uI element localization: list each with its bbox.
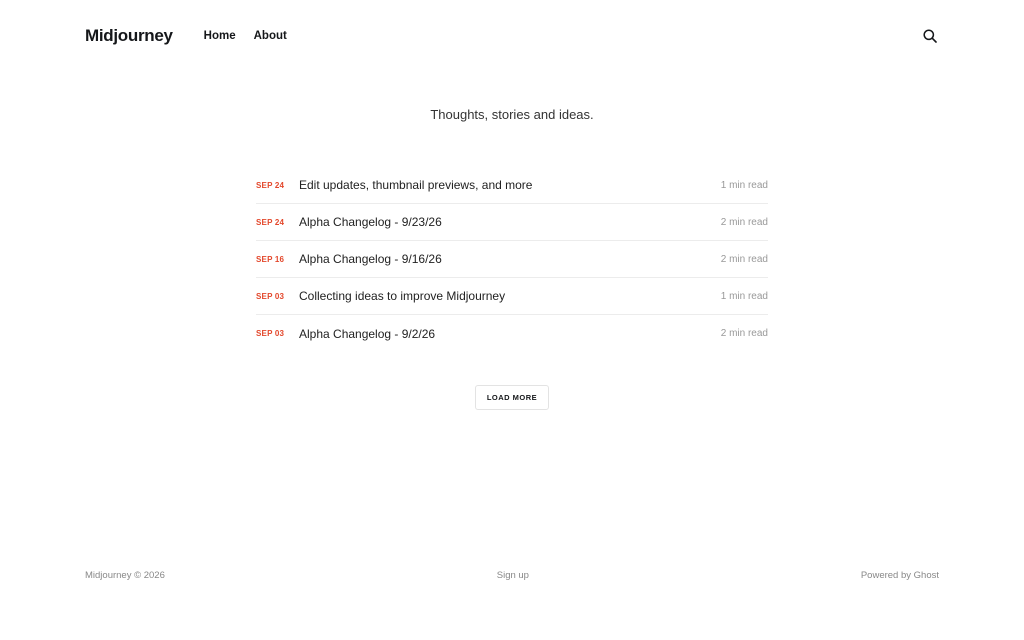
post-date: SEP 03 bbox=[256, 291, 285, 301]
site-footer: Midjourney © 2026 Sign up Powered by Gho… bbox=[85, 570, 939, 581]
footer-signup-link[interactable]: Sign up bbox=[497, 570, 529, 581]
post-read-time: 2 min read bbox=[720, 328, 768, 339]
post-item[interactable]: SEP 24 Alpha Changelog - 9/23/26 2 min r… bbox=[256, 204, 768, 241]
search-button[interactable] bbox=[921, 27, 939, 45]
site-logo[interactable]: Midjourney bbox=[85, 26, 173, 46]
main-nav: Home About bbox=[204, 30, 287, 42]
post-item[interactable]: SEP 24 Edit updates, thumbnail previews,… bbox=[256, 167, 768, 204]
post-item[interactable]: SEP 16 Alpha Changelog - 9/16/26 2 min r… bbox=[256, 241, 768, 278]
search-icon bbox=[923, 29, 937, 43]
post-title[interactable]: Alpha Changelog - 9/23/26 bbox=[299, 215, 721, 229]
post-date: SEP 24 bbox=[256, 217, 285, 227]
post-read-time: 2 min read bbox=[720, 216, 768, 228]
post-date: SEP 03 bbox=[256, 329, 285, 338]
post-item[interactable]: SEP 03 Collecting ideas to improve Midjo… bbox=[256, 278, 768, 315]
nav-home-link[interactable]: Home bbox=[204, 30, 236, 42]
footer-powered-link[interactable]: Powered by Ghost bbox=[861, 570, 939, 581]
post-feed: SEP 24 Edit updates, thumbnail previews,… bbox=[256, 167, 768, 352]
post-title[interactable]: Alpha Changelog - 9/2/26 bbox=[299, 327, 721, 341]
post-read-time: 1 min read bbox=[720, 179, 768, 191]
site-tagline: Thoughts, stories and ideas. bbox=[430, 107, 594, 122]
post-title[interactable]: Alpha Changelog - 9/16/26 bbox=[299, 252, 721, 266]
post-title[interactable]: Edit updates, thumbnail previews, and mo… bbox=[299, 178, 721, 192]
footer-copyright: Midjourney © 2026 bbox=[85, 570, 165, 581]
load-more-button[interactable]: LOAD MORE bbox=[475, 385, 549, 410]
site-header: Midjourney Home About bbox=[85, 22, 939, 50]
post-read-time: 2 min read bbox=[720, 253, 768, 265]
post-item[interactable]: SEP 03 Alpha Changelog - 9/2/26 2 min re… bbox=[256, 315, 768, 352]
post-date: SEP 24 bbox=[256, 180, 285, 190]
post-title[interactable]: Collecting ideas to improve Midjourney bbox=[299, 289, 721, 303]
post-read-time: 1 min read bbox=[720, 290, 768, 302]
post-date: SEP 16 bbox=[256, 254, 285, 264]
nav-about-link[interactable]: About bbox=[254, 30, 287, 42]
